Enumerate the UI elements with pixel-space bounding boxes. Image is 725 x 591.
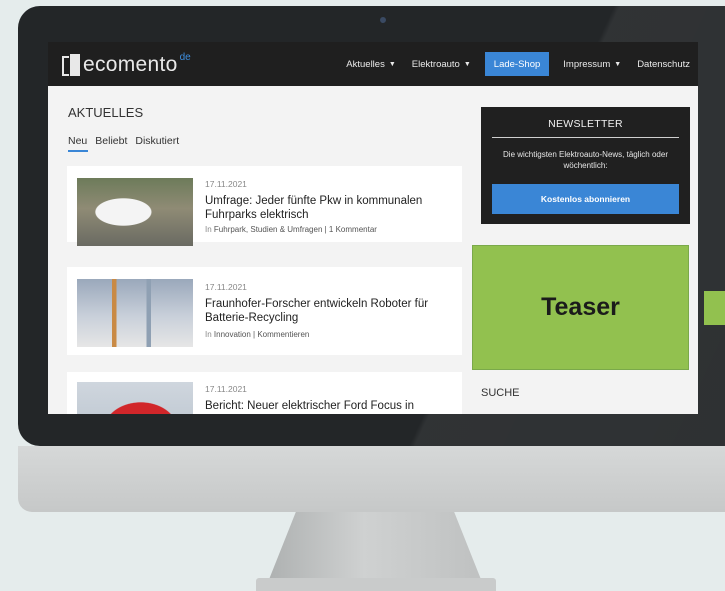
teaser-edge-marker <box>704 291 725 325</box>
subscribe-button[interactable]: Kostenlos abonnieren <box>492 184 679 214</box>
logo-mark-icon <box>62 54 80 76</box>
nav-item-elektroauto[interactable]: Elektroauto ▼ <box>404 42 479 86</box>
article-card[interactable]: 17.11.2021 Fraunhofer-Forscher entwickel… <box>67 267 462 355</box>
monitor-stand-base <box>256 578 496 591</box>
article-card[interactable]: 17.11.2021 Umfrage: Jeder fünfte Pkw in … <box>67 166 462 246</box>
monitor-chin <box>18 446 725 512</box>
top-navbar: ecomento de Aktuelles ▼ Elektroauto ▼ La… <box>48 42 698 86</box>
nav-item-datenschutz[interactable]: Datenschutz <box>629 42 698 86</box>
article-categories[interactable]: Innovation | Kommentieren <box>214 330 309 339</box>
article-meta: In Innovation | Kommentieren <box>205 330 309 339</box>
nav-label: Impressum <box>563 58 611 70</box>
logo-text: ecomento <box>83 53 178 76</box>
article-thumbnail[interactable] <box>77 382 193 414</box>
newsletter-box: NEWSLETTER Die wichtigsten Elektroauto-N… <box>481 107 690 224</box>
webcam-dot <box>380 17 386 23</box>
newsletter-title: NEWSLETTER <box>548 118 623 130</box>
active-tab-indicator <box>68 150 88 152</box>
nav-item-aktuelles[interactable]: Aktuelles ▼ <box>338 42 404 86</box>
main-nav: Aktuelles ▼ Elektroauto ▼ Lade-Shop Impr… <box>338 42 698 86</box>
article-date: 17.11.2021 <box>205 282 247 292</box>
article-card[interactable]: 17.11.2021 Bericht: Neuer elektrischer F… <box>67 372 462 414</box>
article-meta: In Fuhrpark, Studien & Umfragen | 1 Komm… <box>205 225 377 234</box>
search-section-title: SUCHE <box>481 387 520 399</box>
article-tabs: Neu Beliebt Diskutiert <box>68 135 187 147</box>
article-headline[interactable]: Umfrage: Jeder fünfte Pkw in kommunalen … <box>205 194 445 222</box>
article-date: 17.11.2021 <box>205 384 247 394</box>
newsletter-text: Die wichtigsten Elektroauto-News, täglic… <box>503 150 668 170</box>
newsletter-divider <box>492 137 679 138</box>
nav-label: Aktuelles <box>346 58 385 70</box>
meta-prefix: In <box>205 330 212 339</box>
article-thumbnail[interactable] <box>77 178 193 246</box>
article-categories[interactable]: Fuhrpark, Studien & Umfragen | 1 Komment… <box>214 225 377 234</box>
tab-beliebt[interactable]: Beliebt <box>95 135 127 147</box>
nav-item-lade-shop[interactable]: Lade-Shop <box>484 52 550 76</box>
article-headline[interactable]: Fraunhofer-Forscher entwickeln Roboter f… <box>205 297 445 325</box>
tab-diskutiert[interactable]: Diskutiert <box>135 135 179 147</box>
chevron-down-icon: ▼ <box>614 60 622 68</box>
tab-neu[interactable]: Neu <box>68 135 87 147</box>
nav-item-impressum[interactable]: Impressum ▼ <box>555 42 629 86</box>
meta-prefix: In <box>205 225 212 234</box>
site-logo[interactable]: ecomento de <box>62 52 191 76</box>
article-date: 17.11.2021 <box>205 179 247 189</box>
article-thumbnail[interactable] <box>77 279 193 347</box>
monitor-stand <box>268 512 482 582</box>
article-headline[interactable]: Bericht: Neuer elektrischer Ford Focus i… <box>205 399 445 414</box>
logo-tld: de <box>179 52 191 63</box>
section-title: AKTUELLES <box>68 105 144 120</box>
teaser-placeholder: Teaser <box>472 245 689 370</box>
nav-label: Elektroauto <box>411 58 460 70</box>
chevron-down-icon: ▼ <box>388 60 396 68</box>
nav-label: Datenschutz <box>637 58 690 70</box>
chevron-down-icon: ▼ <box>463 60 471 68</box>
nav-label: Lade-Shop <box>493 58 541 70</box>
